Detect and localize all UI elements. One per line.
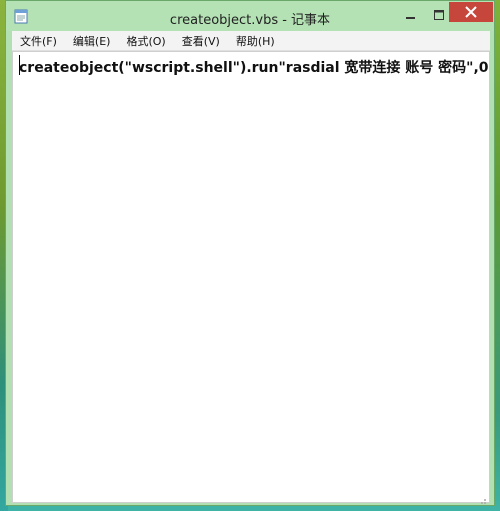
- menu-format[interactable]: 格式(O): [118, 33, 173, 49]
- close-button[interactable]: [449, 2, 493, 22]
- editor-text: createobject("wscript.shell").run"rasdia…: [19, 60, 489, 76]
- close-icon: [465, 3, 477, 22]
- minimize-icon: [406, 5, 416, 24]
- menu-help[interactable]: 帮助(H): [228, 33, 283, 49]
- menu-file[interactable]: 文件(F): [12, 33, 65, 49]
- notepad-window: createobject.vbs - 记事本 文件(F) 编辑(E) 格式(O)…: [5, 0, 495, 506]
- title-bar[interactable]: createobject.vbs - 记事本: [6, 1, 494, 31]
- maximize-icon: [434, 5, 444, 24]
- text-editor[interactable]: createobject("wscript.shell").run"rasdia…: [12, 51, 490, 504]
- menu-edit[interactable]: 编辑(E): [65, 33, 119, 49]
- menu-bar: 文件(F) 编辑(E) 格式(O) 查看(V) 帮助(H): [12, 31, 490, 51]
- minimize-button[interactable]: [398, 5, 424, 23]
- menu-view[interactable]: 查看(V): [174, 33, 228, 49]
- resize-grip-icon[interactable]: [477, 490, 487, 504]
